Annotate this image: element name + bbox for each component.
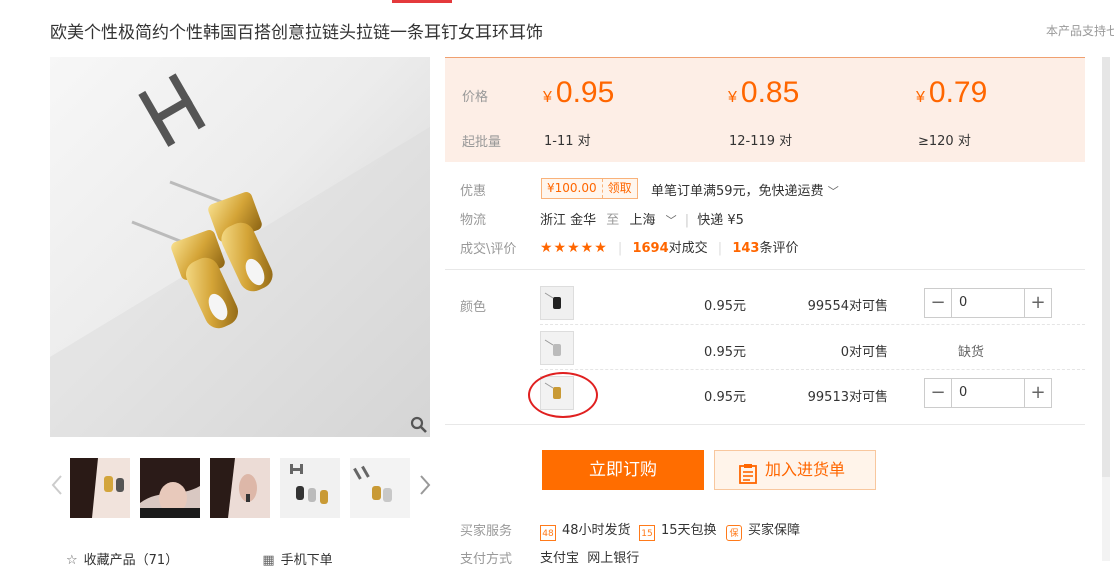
moq-tier-1: 1-11 对: [544, 134, 591, 149]
currency-symbol: ¥: [728, 89, 737, 106]
earring-photo: [50, 73, 430, 437]
shipping-promo[interactable]: 单笔订单满59元，免快递运费 ﹀: [651, 180, 839, 199]
service-label: 15天包换: [661, 523, 717, 538]
quantity-input[interactable]: 0: [959, 379, 967, 407]
coupon-amount: ¥100.00: [547, 181, 597, 195]
service-protection[interactable]: 保买家保障: [726, 519, 800, 541]
deal-suffix: 对成交: [668, 241, 708, 256]
review-count[interactable]: 143: [732, 241, 759, 256]
currency-symbol: ¥: [543, 89, 552, 106]
rating-stars: ★★★★★: [540, 240, 608, 256]
clipboard-icon: [739, 460, 757, 484]
ship-from: 浙江 金华: [540, 213, 597, 228]
48h-icon: 48: [540, 525, 556, 541]
service-48h[interactable]: 48 48小时发货: [540, 519, 631, 541]
ship-to-select[interactable]: 上海 ﹀: [629, 213, 676, 228]
quantity-stepper[interactable]: − 0 +: [924, 288, 1052, 318]
shield-icon: 保: [726, 525, 742, 541]
product-actions-bar: ☆ 收藏产品（71） ▦ 手机下单: [66, 549, 413, 568]
scrollbar-thumb[interactable]: [1102, 57, 1110, 477]
section-divider: [445, 424, 1085, 425]
ship-to-word: 至: [606, 213, 620, 228]
top-border: [0, 0, 1114, 3]
service-label: 买家保障: [748, 523, 801, 538]
product-title: 欧美个性极简约个性韩国百搭创意拉链头拉链一条耳钉女耳环耳饰: [50, 23, 543, 43]
active-tab-indicator: [392, 0, 452, 3]
coupon-badge[interactable]: ¥100.00 领取: [541, 178, 638, 199]
buy-now-button[interactable]: 立即订购: [542, 450, 704, 490]
minus-button[interactable]: −: [925, 289, 952, 317]
moq-label: 起批量: [462, 135, 502, 150]
thumbnail-1[interactable]: [70, 458, 130, 518]
plus-button[interactable]: +: [1024, 289, 1051, 317]
price-tier-2: ¥0.85: [728, 76, 799, 110]
product-note: 本产品支持七: [1046, 24, 1114, 38]
chevron-down-icon: ﹀: [827, 185, 839, 198]
sku-price: 0.95元: [704, 299, 746, 314]
zoom-icon[interactable]: [410, 416, 428, 434]
main-product-image[interactable]: [50, 57, 430, 437]
service-label: 48小时发货: [562, 523, 631, 538]
price-tier-3-value: 0.79: [928, 76, 988, 109]
sku-swatch-black[interactable]: [540, 286, 574, 320]
payment-methods: 支付宝 网上银行: [540, 551, 640, 566]
thumbnail-2[interactable]: [140, 458, 200, 518]
ship-to: 上海: [629, 213, 656, 228]
out-of-stock-label: 缺货: [958, 345, 985, 360]
chevron-left-icon[interactable]: [50, 473, 64, 497]
highlight-circle: [528, 372, 598, 418]
sku-stock: 0对可售: [840, 345, 888, 360]
price-tier-1: ¥0.95: [543, 76, 614, 110]
row-divider: [540, 324, 1085, 325]
15day-icon: 15: [639, 525, 655, 541]
row-divider: [540, 369, 1085, 370]
quantity-input[interactable]: 0: [959, 289, 967, 317]
sku-price: 0.95元: [704, 345, 746, 360]
price-panel: 价格 起批量 ¥0.95 ¥0.85 ¥0.79 1-11 对 12-119 对…: [445, 57, 1085, 162]
payment-label: 支付方式: [460, 552, 513, 567]
plus-button[interactable]: +: [1024, 379, 1051, 407]
sku-stock: 99513对可售: [807, 390, 888, 405]
service-15day[interactable]: 15 15天包换: [639, 519, 717, 541]
shipping-method: 快递 ¥5: [697, 213, 744, 228]
section-divider: [445, 269, 1085, 270]
thumbnail-5[interactable]: [350, 458, 410, 518]
moq-tier-3: ≥120 对: [918, 134, 971, 149]
divider: |: [684, 213, 690, 228]
add-to-cart-button[interactable]: 加入进货单: [714, 450, 876, 490]
promo-label: 优惠: [460, 184, 487, 199]
minus-button[interactable]: −: [925, 379, 952, 407]
coupon-claim-button[interactable]: 领取: [601, 179, 637, 198]
quantity-stepper[interactable]: − 0 +: [924, 378, 1052, 408]
thumbnail-4[interactable]: [280, 458, 340, 518]
thumbnail-3[interactable]: [210, 458, 270, 518]
reviews-label: 成交\评价: [460, 242, 517, 257]
shipping-promo-text: 单笔订单满59元，免快递运费: [651, 184, 824, 199]
chevron-right-icon[interactable]: [418, 473, 432, 497]
thumbnail-strip: [50, 455, 435, 519]
price-tier-2-value: 0.85: [740, 76, 800, 109]
scrollbar[interactable]: [1100, 57, 1114, 561]
services-label: 买家服务: [460, 524, 513, 539]
deal-count[interactable]: 1694: [632, 241, 668, 256]
chevron-down-icon: ﹀: [665, 214, 677, 227]
add-to-cart-label: 加入进货单: [765, 460, 846, 479]
currency-symbol: ¥: [916, 89, 925, 106]
price-label: 价格: [462, 90, 489, 105]
color-label: 颜色: [460, 300, 487, 315]
reviews-summary: ★★★★★ | 1694对成交 | 143条评价: [540, 237, 798, 256]
logistics-route: 浙江 金华 至 上海 ﹀ | 快递 ¥5: [540, 209, 744, 228]
price-tier-1-value: 0.95: [555, 76, 615, 109]
price-tier-3: ¥0.79: [916, 76, 987, 110]
sku-swatch-silver[interactable]: [540, 331, 574, 365]
moq-tier-2: 12-119 对: [729, 134, 793, 149]
sku-price: 0.95元: [704, 390, 746, 405]
logistics-label: 物流: [460, 213, 487, 228]
sku-stock: 99554对可售: [807, 299, 888, 314]
divider: |: [617, 241, 623, 256]
review-suffix: 条评价: [759, 241, 799, 256]
divider: |: [717, 241, 723, 256]
logo-h: [138, 73, 206, 147]
